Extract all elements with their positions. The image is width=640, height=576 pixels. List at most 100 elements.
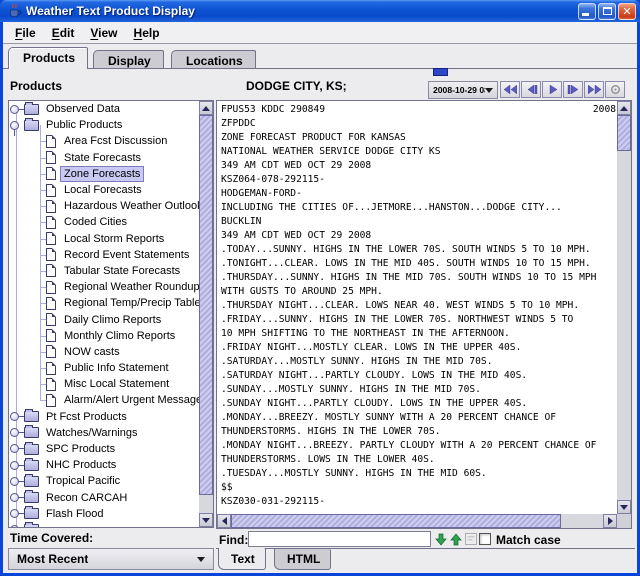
tree-item-public-products[interactable]: Public Products bbox=[9, 117, 199, 133]
tree-item-pt-fcst-products[interactable]: Pt Fcst Products bbox=[9, 409, 199, 425]
tree-item-flash-flood[interactable]: Flash Flood bbox=[9, 506, 199, 522]
time-select-combo[interactable]: 2008-10-29 08:49:18Z bbox=[428, 81, 498, 99]
document-icon bbox=[46, 362, 56, 375]
expand-handle-icon[interactable] bbox=[10, 461, 19, 470]
arrow-up-icon bbox=[202, 102, 210, 111]
highlight-all-button[interactable] bbox=[464, 532, 477, 546]
arrow-down-icon bbox=[620, 505, 628, 514]
application-window: Weather Text Product Display ✕ FileEditV… bbox=[0, 0, 640, 576]
tree-vertical-scrollbar[interactable] bbox=[199, 101, 213, 527]
tree-item-label: Record Event Statements bbox=[61, 248, 192, 262]
folder-icon bbox=[24, 508, 39, 519]
step-forward-button[interactable] bbox=[563, 81, 583, 98]
time-slider-thumb[interactable] bbox=[433, 68, 448, 76]
tree-item-label: Monthly Climo Reports bbox=[61, 329, 178, 343]
tree-item-regional-temp-precip-tables[interactable]: Regional Temp/Precip Tables bbox=[9, 295, 199, 311]
tree-item-monthly-climo-reports[interactable]: Monthly Climo Reports bbox=[9, 328, 199, 344]
tree-item-label: Watches/Warnings bbox=[43, 426, 141, 440]
arrow-left-icon bbox=[218, 517, 227, 525]
scroll-up-button[interactable] bbox=[199, 101, 213, 115]
expand-handle-icon[interactable] bbox=[10, 412, 19, 421]
tree-item-tropical-pacific[interactable]: Tropical Pacific bbox=[9, 473, 199, 489]
tree-item-watches-warnings[interactable]: Watches/Warnings bbox=[9, 425, 199, 441]
expand-handle-icon[interactable] bbox=[10, 428, 19, 437]
expand-handle-icon[interactable] bbox=[10, 477, 19, 486]
play-icon bbox=[546, 85, 559, 94]
tree-item-hazardous-weather-outlook[interactable]: Hazardous Weather Outlook bbox=[9, 198, 199, 214]
text-hscrollbar-thumb[interactable] bbox=[231, 514, 561, 528]
maximize-icon bbox=[603, 7, 612, 15]
expand-handle-icon[interactable] bbox=[10, 493, 19, 502]
tree-item-alarm-alert-urgent-message[interactable]: Alarm/Alert Urgent Message bbox=[9, 392, 199, 408]
tab-text[interactable]: Text bbox=[218, 548, 266, 570]
menu-help[interactable]: Help bbox=[126, 23, 168, 43]
minimize-button[interactable] bbox=[578, 3, 596, 20]
expand-handle-icon[interactable] bbox=[10, 525, 19, 527]
close-button[interactable]: ✕ bbox=[618, 3, 636, 20]
tree-item-label: SPC Products bbox=[43, 442, 118, 456]
title-bar[interactable]: Weather Text Product Display ✕ bbox=[0, 0, 640, 22]
tree-item-public-info-statement[interactable]: Public Info Statement bbox=[9, 360, 199, 376]
scroll-down-button[interactable] bbox=[617, 500, 631, 514]
step-back-button[interactable] bbox=[521, 81, 541, 98]
scroll-right-button[interactable] bbox=[603, 514, 617, 528]
text-vertical-scrollbar[interactable] bbox=[617, 101, 631, 514]
scroll-down-button[interactable] bbox=[199, 513, 213, 527]
clock-button[interactable] bbox=[605, 81, 625, 98]
close-icon: ✕ bbox=[622, 6, 631, 17]
tab-display[interactable]: Display bbox=[93, 50, 164, 69]
document-icon bbox=[46, 378, 56, 391]
match-case-label: Match case bbox=[496, 533, 561, 547]
tree-item-now-casts[interactable]: NOW casts bbox=[9, 344, 199, 360]
fast-rewind-button[interactable] bbox=[500, 81, 520, 98]
client-area: FileEditViewHelp Products Display Location… bbox=[3, 22, 637, 573]
find-next-button[interactable] bbox=[434, 532, 447, 546]
tree-item-zone-forecasts[interactable]: Zone Forecasts bbox=[9, 166, 199, 182]
products-tree[interactable]: Observed DataPublic ProductsArea Fcst Di… bbox=[9, 101, 199, 527]
tree-item-record-event-statements[interactable]: Record Event Statements bbox=[9, 247, 199, 263]
collapse-handle-icon[interactable] bbox=[10, 121, 19, 130]
folder-icon bbox=[24, 120, 39, 131]
tree-scrollbar-thumb[interactable] bbox=[199, 115, 213, 495]
tab-locations[interactable]: Locations bbox=[171, 50, 256, 69]
tree-item-misc-local-statement[interactable]: Misc Local Statement bbox=[9, 376, 199, 392]
document-icon bbox=[46, 135, 56, 148]
tree-item-spc-products[interactable]: SPC Products bbox=[9, 441, 199, 457]
text-scrollbar-thumb[interactable] bbox=[617, 115, 631, 151]
fast-forward-button[interactable] bbox=[584, 81, 604, 98]
time-covered-combo[interactable]: Most Recent bbox=[8, 548, 214, 570]
maximize-button[interactable] bbox=[598, 3, 616, 20]
tree-item-local-forecasts[interactable]: Local Forecasts bbox=[9, 182, 199, 198]
tree-item-area-fcst-discussion[interactable]: Area Fcst Discussion bbox=[9, 133, 199, 149]
tab-html[interactable]: HTML bbox=[274, 549, 331, 570]
document-icon bbox=[46, 313, 56, 326]
play-button[interactable] bbox=[542, 81, 562, 98]
tree-item-state-forecasts[interactable]: State Forecasts bbox=[9, 150, 199, 166]
expand-handle-icon[interactable] bbox=[10, 444, 19, 453]
tab-products[interactable]: Products bbox=[8, 47, 88, 69]
match-case-checkbox[interactable] bbox=[479, 533, 491, 545]
tree-item-coded-cities[interactable]: Coded Cities bbox=[9, 214, 199, 230]
tree-item-observed-data[interactable]: Observed Data bbox=[9, 101, 199, 117]
menu-edit[interactable]: Edit bbox=[44, 23, 83, 43]
text-horizontal-scrollbar[interactable] bbox=[217, 514, 617, 528]
tree-item-nhc-products[interactable]: NHC Products bbox=[9, 457, 199, 473]
text-product-area[interactable]: FPUS53 KDDC 290849 ZFPDDC ZONE FORECAST … bbox=[217, 101, 617, 514]
tree-item-regional-weather-roundups[interactable]: Regional Weather Roundups bbox=[9, 279, 199, 295]
tree-item-tabular-state-forecasts[interactable]: Tabular State Forecasts bbox=[9, 263, 199, 279]
scroll-left-button[interactable] bbox=[217, 514, 231, 528]
expand-handle-icon[interactable] bbox=[10, 509, 19, 518]
tree-item-daily-climo-reports[interactable]: Daily Climo Reports bbox=[9, 311, 199, 327]
tree-item-local-storm-reports[interactable]: Local Storm Reports bbox=[9, 231, 199, 247]
tree-item-recon-carcah[interactable]: Recon CARCAH bbox=[9, 490, 199, 506]
tree-item-label: Daily Climo Reports bbox=[61, 313, 164, 327]
tree-item-label: Public Info Statement bbox=[61, 361, 172, 375]
find-previous-button[interactable] bbox=[449, 532, 462, 546]
tree-item-partial[interactable] bbox=[9, 522, 199, 527]
text-product-pane: FPUS53 KDDC 290849 ZFPDDC ZONE FORECAST … bbox=[216, 100, 632, 529]
menu-file[interactable]: File bbox=[7, 23, 44, 43]
expand-handle-icon[interactable] bbox=[10, 105, 19, 114]
find-input[interactable] bbox=[248, 531, 431, 547]
scroll-up-button[interactable] bbox=[617, 101, 631, 115]
menu-view[interactable]: View bbox=[82, 23, 125, 43]
